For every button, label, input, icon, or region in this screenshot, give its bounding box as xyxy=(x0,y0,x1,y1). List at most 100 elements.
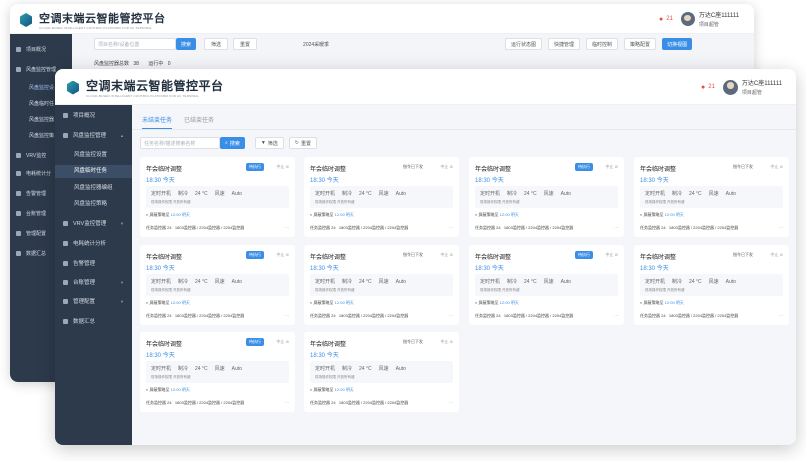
back-sidebar-subitem[interactable]: 风盘临时任 xyxy=(29,100,54,107)
strategy-block: ◐ 屏蔽策略至 12:00 明天 xyxy=(146,212,190,217)
sidebar-item-alarm[interactable]: 告警管理 xyxy=(63,259,95,267)
sidebar-item-vrv[interactable]: VRV监控管理 ▼ xyxy=(63,219,126,227)
alarm-icon xyxy=(16,191,21,196)
moon-icon: ◐ xyxy=(475,212,478,217)
back-filter-button[interactable]: 筛选 xyxy=(204,38,229,50)
task-card[interactable]: 年会临时调整 待执行 中止 ⊘ 18:30 今天 定时开机 制冷 24 °C 风速 Auto 现场… xyxy=(140,157,295,237)
more-icon[interactable]: ⋯ xyxy=(779,313,783,318)
task-card[interactable]: 年会临时调整 指令已下发 中止 ⊘ 18:30 今天 定时开机 制冷 24 °C 风速 Auto… xyxy=(634,245,789,325)
logo: 空调末端云智能管控平台 CLOUD-BASED INTELLIGENT CONT… xyxy=(65,77,224,98)
more-icon[interactable]: ⋯ xyxy=(449,225,453,230)
bell-icon[interactable]: ● xyxy=(659,16,663,23)
task-card[interactable]: 年会临时调整 待执行 中止 ⊘ 18:30 今天 定时开机 制冷 24 °C 风速 Auto 现场… xyxy=(140,332,295,412)
more-icon[interactable]: ⋯ xyxy=(285,225,289,230)
stop-button[interactable]: 中止 ⊘ xyxy=(771,164,783,170)
back-user-area[interactable]: ● 21 万达C座111111 项目超管 xyxy=(659,10,739,28)
back-reset-button[interactable]: 重置 xyxy=(233,38,258,50)
back-action-button[interactable]: 临时控制 xyxy=(586,38,619,50)
avatar[interactable] xyxy=(722,79,738,95)
task-settings: 定时开机 制冷 24 °C 风速 Auto 现场操作权限 开放所有键 xyxy=(310,361,453,383)
back-sidebar-item[interactable]: 风盘监控管理 xyxy=(16,66,56,73)
sidebar-subitem-temp-tasks[interactable]: 风盘临时任务 xyxy=(55,165,132,178)
task-settings-row: 定时开机 制冷 24 °C 风速 Auto xyxy=(315,366,406,372)
stop-icon: ⊘ xyxy=(614,252,618,257)
back-action-button[interactable]: 快捷管理 xyxy=(548,38,581,50)
tab-unfinished[interactable]: 未结束任务 xyxy=(142,111,173,129)
sidebar-item-overview[interactable]: 项目概况 xyxy=(63,111,95,119)
filter-button[interactable]: ▼ 筛选 xyxy=(254,137,284,149)
sidebar-item-energy[interactable]: 电耗统计分析 xyxy=(63,239,106,247)
back-action-button[interactable]: 策略配置 xyxy=(624,38,657,50)
back-sidebar-subitem[interactable]: 风盘监控设 xyxy=(29,84,54,91)
bell-icon[interactable]: ● xyxy=(701,84,705,91)
status-badge: 待执行 xyxy=(575,163,593,171)
back-sidebar-item[interactable]: 项目概况 xyxy=(16,46,46,53)
stop-button[interactable]: 中止 ⊘ xyxy=(441,252,453,258)
sidebar-subitem-fan-groups[interactable]: 风盘监控器编组 xyxy=(74,183,113,191)
user-area[interactable]: ● 21 万达C座111111 项目超管 xyxy=(701,78,782,96)
task-settings: 定时开机 制冷 24 °C 风速 Auto 现场操作权限 开放所有键 xyxy=(475,186,618,208)
sidebar-item-ledger[interactable]: 台账管理 ▼ xyxy=(63,278,126,286)
more-icon[interactable]: ⋯ xyxy=(449,313,453,318)
switch-view-button[interactable]: 切换视图 xyxy=(662,38,693,50)
back-sidebar-item[interactable]: 台账管理 xyxy=(16,210,46,217)
more-icon[interactable]: ⋯ xyxy=(285,313,289,318)
chart-icon xyxy=(63,240,68,246)
stop-icon: ⊘ xyxy=(449,164,453,169)
chevron-down-icon: ▼ xyxy=(120,298,124,304)
task-card[interactable]: 年会临时调整 待执行 中止 ⊘ 18:30 今天 定时开机 制冷 24 °C 风速 Auto 现场… xyxy=(140,245,295,325)
sidebar-subitem-fan-strategy[interactable]: 风盘监控策略 xyxy=(74,199,107,207)
back-sidebar-item[interactable]: 告警管理 xyxy=(16,190,46,197)
stop-button[interactable]: 中止 ⊘ xyxy=(441,339,453,345)
tab-finished[interactable]: 已结束任务 xyxy=(184,111,214,129)
stop-button[interactable]: 中止 ⊘ xyxy=(606,164,618,170)
task-permission: 现场操作权限 开放所有键 xyxy=(151,375,191,379)
avatar[interactable] xyxy=(680,12,695,26)
stop-button[interactable]: 中止 ⊘ xyxy=(277,164,289,170)
chevron-up-icon: ▲ xyxy=(120,132,124,138)
more-icon[interactable]: ⋯ xyxy=(285,400,289,405)
more-icon[interactable]: ⋯ xyxy=(449,400,453,405)
search-input[interactable]: 任务名称/描述搜索名称 xyxy=(140,137,220,149)
task-card[interactable]: 年会临时调整 待执行 中止 ⊘ 18:30 今天 定时开机 制冷 24 °C 风速 Auto 现场… xyxy=(469,157,624,237)
stop-button[interactable]: 中止 ⊘ xyxy=(277,252,289,258)
task-card[interactable]: 年会临时调整 指令已下发 中止 ⊘ 18:30 今天 定时开机 制冷 24 °C 风速 Auto… xyxy=(634,157,789,237)
back-search-button[interactable]: 搜索 xyxy=(176,38,197,50)
back-sidebar-item[interactable]: 管理配置 xyxy=(16,230,46,237)
task-settings: 定时开机 制冷 24 °C 风速 Auto 现场操作权限 开放所有键 xyxy=(310,186,453,208)
back-sidebar-item[interactable]: VRV监控 xyxy=(16,152,46,159)
reset-button[interactable]: ↻ 重置 xyxy=(288,137,318,149)
stop-button[interactable]: 中止 ⊘ xyxy=(771,252,783,258)
more-icon[interactable]: ⋯ xyxy=(779,225,783,230)
task-tabs: 未结束任务 已结束任务 xyxy=(142,111,226,129)
more-icon[interactable]: ⋯ xyxy=(614,313,618,318)
task-card[interactable]: 年会临时调整 待执行 中止 ⊘ 18:30 今天 定时开机 制冷 24 °C 风速 Auto 现场… xyxy=(469,245,624,325)
back-sidebar-item[interactable]: 电耗统计分 xyxy=(16,170,51,177)
sidebar-item-fan-monitor[interactable]: 风盘监控管理 ▲ xyxy=(63,131,126,139)
stop-button[interactable]: 中止 ⊘ xyxy=(441,164,453,170)
vrv-icon xyxy=(16,153,21,158)
stop-icon: ⊘ xyxy=(285,164,289,169)
back-search-input[interactable]: 项目名称/设备位置 xyxy=(94,38,176,50)
search-button[interactable]: ⌕ 搜索 xyxy=(220,137,245,149)
back-season-label[interactable]: 2024采暖季 xyxy=(303,41,329,48)
reset-icon: ↻ xyxy=(294,140,299,146)
fan-icon xyxy=(63,132,68,138)
task-card[interactable]: 年会临时调整 指令已下发 中止 ⊘ 18:30 今天 定时开机 制冷 24 °C 风速 Auto… xyxy=(304,332,459,412)
sidebar-item-config[interactable]: 管理配置 ▼ xyxy=(63,297,126,305)
sidebar-item-data[interactable]: 数据汇总 xyxy=(63,317,95,325)
back-sidebar-item[interactable]: 数据汇总 xyxy=(16,250,46,257)
more-icon[interactable]: ⋯ xyxy=(614,225,618,230)
stop-button[interactable]: 中止 ⊘ xyxy=(277,339,289,345)
sidebar-subitem-fan-settings[interactable]: 风盘监控设置 xyxy=(74,150,107,158)
back-action-button[interactable]: 运行状态图 xyxy=(505,38,543,50)
stop-button[interactable]: 中止 ⊘ xyxy=(606,252,618,258)
task-card[interactable]: 年会临时调整 指令已下发 中止 ⊘ 18:30 今天 定时开机 制冷 24 °C 风速 Auto… xyxy=(304,157,459,237)
task-title: 年会临时调整 xyxy=(475,167,512,173)
status-badge: 指令已下发 xyxy=(733,252,753,257)
back-sidebar-subitem[interactable]: 风盘监控器 xyxy=(29,116,54,123)
back-sidebar-subitem[interactable]: 风盘监控策 xyxy=(29,132,54,139)
task-card[interactable]: 年会临时调整 指令已下发 中止 ⊘ 18:30 今天 定时开机 制冷 24 °C 风速 Auto… xyxy=(304,245,459,325)
task-settings: 定时开机 制冷 24 °C 风速 Auto 现场操作权限 开放所有键 xyxy=(310,274,453,296)
task-permission: 现场操作权限 开放所有键 xyxy=(480,288,520,292)
